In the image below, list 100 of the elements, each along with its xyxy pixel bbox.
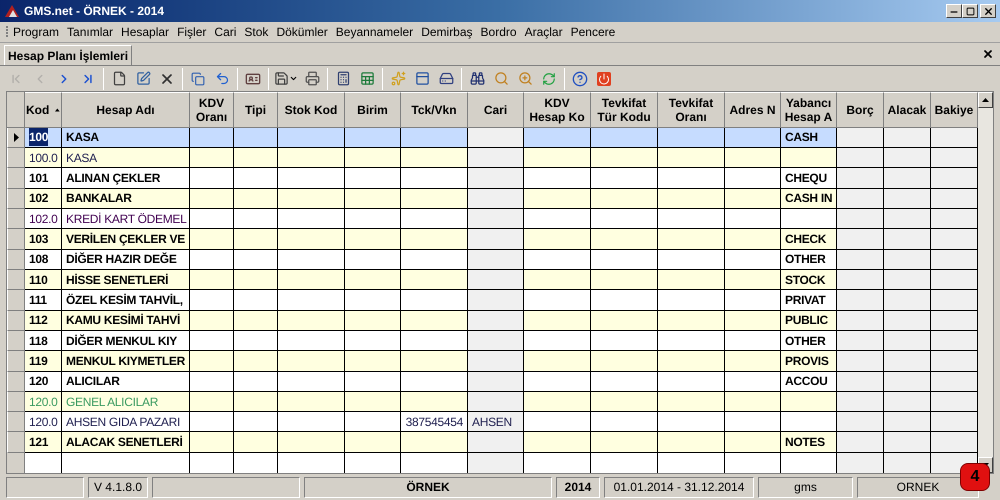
table-cell (401, 432, 468, 453)
close-button[interactable] (980, 4, 996, 18)
menu-item[interactable]: Pencere (566, 23, 620, 41)
maximize-button[interactable] (962, 4, 978, 18)
minimize-button[interactable] (946, 4, 962, 18)
table-cell (234, 372, 278, 392)
status-panel: 2014 (556, 476, 600, 498)
menu-item[interactable]: Cari (210, 23, 240, 41)
table-cell: ALINAN ÇEKLER (62, 168, 190, 189)
menu-item[interactable]: Hesaplar (117, 23, 174, 41)
table-cell (837, 392, 884, 412)
table-cell (234, 168, 278, 189)
table-cell (401, 209, 468, 230)
table-cell (725, 412, 781, 432)
column-header[interactable]: Tck/Vkn (401, 92, 468, 128)
table-cell (190, 351, 234, 372)
table-cell (345, 188, 401, 210)
table-cell: 110 (25, 270, 62, 290)
table-cell (190, 290, 234, 311)
column-header[interactable]: Kod (25, 92, 62, 128)
table-cell (190, 432, 234, 453)
table-cell (234, 351, 278, 372)
table-cell (190, 168, 234, 189)
table-cell (591, 128, 658, 148)
column-header[interactable]: Bakiye (931, 92, 978, 128)
scroll-up-button[interactable] (978, 92, 993, 108)
table-cell: CASH IN (781, 188, 837, 210)
table-cell: 108 (25, 250, 62, 270)
caret-icon (289, 74, 298, 83)
column-header[interactable]: Borç (837, 92, 884, 128)
column-header[interactable]: Tevkifat Oranı (658, 92, 725, 128)
menu-item[interactable]: Demirbaş (417, 23, 477, 41)
table-cell (591, 392, 658, 412)
table-cell (837, 250, 884, 270)
table-cell (401, 168, 468, 189)
table-cell (234, 270, 278, 290)
table-cell (345, 270, 401, 290)
table-cell (278, 148, 345, 168)
table-cell: OTHER (781, 250, 837, 270)
table-cell: PROVIS (781, 351, 837, 372)
table-cell (524, 412, 591, 432)
table-cell (781, 148, 837, 168)
menu-item[interactable]: Program (9, 23, 64, 41)
table-cell (725, 330, 781, 352)
column-header[interactable]: KDV Hesap Ko (524, 92, 591, 128)
table-cell (278, 372, 345, 392)
table-cell (234, 148, 278, 168)
menu-item[interactable]: Stok (240, 23, 272, 41)
table-cell: VERİLEN ÇEKLER VE (62, 229, 190, 250)
column-header[interactable]: Tevkifat Tür Kodu (591, 92, 658, 128)
column-header[interactable]: Cari (468, 92, 524, 128)
table-cell: OTHER (781, 330, 837, 352)
row-header[interactable] (7, 128, 25, 148)
table-cell (884, 372, 931, 392)
column-header[interactable]: Adres N (725, 92, 781, 128)
table-cell (931, 128, 978, 148)
table-cell (658, 372, 725, 392)
vertical-scrollbar[interactable] (978, 92, 993, 473)
table-cell (591, 209, 658, 230)
table-cell (524, 392, 591, 412)
table-cell (278, 310, 345, 331)
table-cell: 120 (25, 372, 62, 392)
table-cell: CASH (781, 128, 837, 148)
table-cell (234, 392, 278, 412)
table-cell (468, 188, 524, 210)
table-cell (234, 250, 278, 270)
table-cell (468, 128, 524, 148)
table-cell (658, 209, 725, 230)
table-cell (725, 128, 781, 148)
menu-item[interactable]: Bordro (476, 23, 521, 41)
column-header[interactable]: Hesap Adı (62, 92, 190, 128)
table-cell: 111 (25, 290, 62, 311)
table-cell (658, 168, 725, 189)
table-cell (524, 372, 591, 392)
column-header[interactable]: KDV Oranı (190, 92, 234, 128)
table-cell (468, 432, 524, 453)
table-cell (837, 310, 884, 331)
table-cell (931, 412, 978, 432)
table-cell: NOTES (781, 432, 837, 453)
column-header[interactable]: Birim (345, 92, 401, 128)
table-cell (468, 351, 524, 372)
menu-item[interactable]: Tanımlar (63, 23, 118, 41)
menu-item[interactable]: Araçlar (520, 23, 567, 41)
column-header[interactable]: Tipi (234, 92, 278, 128)
tab[interactable]: Hesap Planı İşlemleri (4, 45, 132, 65)
table-cell: BANKALAR (62, 188, 190, 210)
table-cell (345, 412, 401, 432)
menu-item[interactable]: Fişler (173, 23, 210, 41)
menu-item[interactable]: Dökümler (272, 23, 332, 41)
table-cell (401, 229, 468, 250)
table-cell (725, 209, 781, 230)
menu-item[interactable]: Beyannameler (332, 23, 418, 41)
column-header[interactable]: Stok Kod (278, 92, 345, 128)
table-cell (781, 452, 837, 473)
table-cell: MENKUL KIYMETLER (62, 351, 190, 372)
column-header[interactable]: Yabancı Hesap A (781, 92, 837, 128)
table-cell (591, 290, 658, 311)
column-header[interactable]: Alacak (884, 92, 931, 128)
close-tab-icon[interactable] (982, 48, 994, 60)
table-cell: AHSEN (468, 412, 524, 432)
